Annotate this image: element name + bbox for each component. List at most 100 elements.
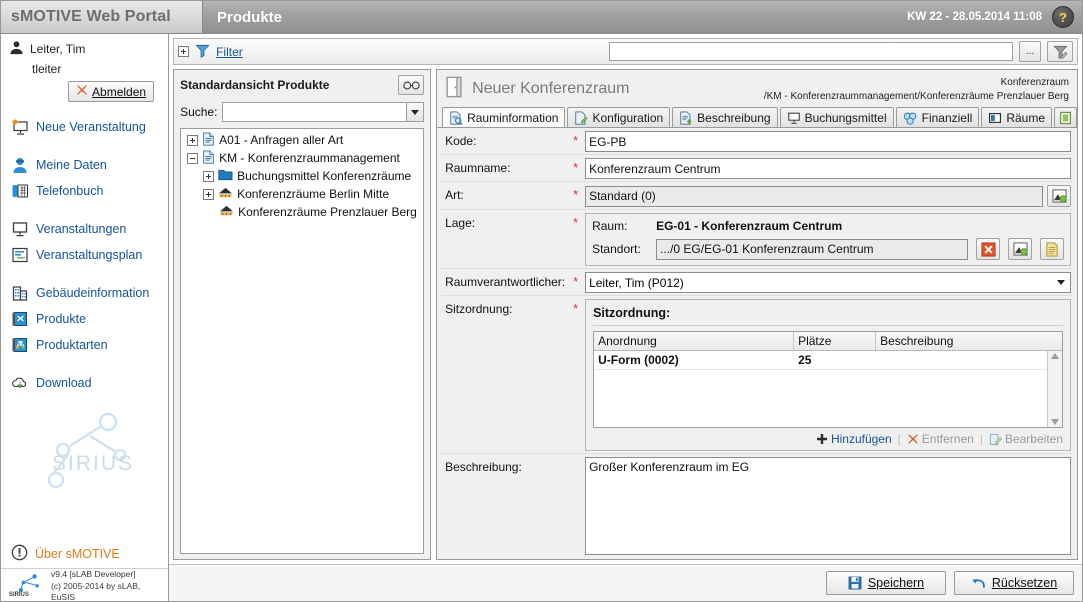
- bearbeiten-button[interactable]: Bearbeiten: [989, 432, 1063, 446]
- tree-node-label: Konferenzräume Prenzlauer Berg: [238, 205, 417, 219]
- detail-title: Neuer Konferenzraum: [472, 79, 630, 97]
- tree-node-buchungsmittel[interactable]: Buchungsmittel Konferenzräume: [181, 167, 423, 185]
- sitzordnung-grid[interactable]: Anordnung Plätze Beschreibung U-Form (00: [593, 331, 1063, 428]
- tab-konfiguration[interactable]: Konfiguration: [567, 107, 671, 127]
- standort-picker-button[interactable]: [1008, 238, 1032, 260]
- sidebar-item-telefonbuch[interactable]: Telefonbuch: [9, 178, 160, 204]
- required-marker: *: [573, 160, 579, 175]
- sidebar-item-produkte[interactable]: Produkte: [9, 306, 160, 332]
- filter-ellipsis-button[interactable]: ...: [1019, 41, 1041, 62]
- info-icon: [11, 544, 28, 564]
- app-brand: sMOTIVE Web Portal: [1, 1, 203, 33]
- raumname-control: [585, 158, 1071, 179]
- hinzufuegen-button[interactable]: Hinzufügen: [816, 432, 892, 446]
- minus-box-icon[interactable]: [187, 152, 199, 164]
- filter-apply-button[interactable]: [1047, 41, 1073, 62]
- sidebar-item-veranstaltungsplan[interactable]: Veranstaltungsplan: [9, 242, 160, 268]
- detail-title-group: Neuer Konferenzraum: [445, 76, 630, 101]
- question-mark-icon[interactable]: ?: [1052, 6, 1074, 28]
- required-spacer: [573, 457, 585, 459]
- filter-input[interactable]: [609, 42, 1013, 61]
- grid-rows: U-Form (0002) 25: [594, 351, 1047, 427]
- sidebar-item-download[interactable]: Download: [9, 370, 160, 396]
- entfernen-button[interactable]: Entfernen: [907, 432, 974, 446]
- sidebar-item-gebaeudeinformation[interactable]: Gebäudeinformation: [9, 280, 160, 306]
- nav-group-1: Meine Daten Telefonbuch: [1, 152, 168, 204]
- separator: |: [979, 432, 983, 446]
- beschreibung-textarea[interactable]: [585, 457, 1071, 555]
- beschreibung-control: [585, 457, 1071, 558]
- save-button[interactable]: Speichern: [826, 571, 946, 595]
- sitzordnung-actions: Hinzufügen | Entfernen | Bearbeiten: [593, 428, 1063, 446]
- tree-node-a01[interactable]: A01 - Anfragen aller Art: [181, 131, 423, 149]
- undo-arrow-icon: [971, 578, 985, 588]
- plus-box-icon[interactable]: [178, 46, 190, 57]
- plus-box-icon[interactable]: [203, 188, 215, 200]
- filter-edit-icon: [1052, 45, 1068, 59]
- sidebar-item-label: Neue Veranstaltung: [36, 120, 146, 134]
- sirius-watermark: SIRIUS: [1, 408, 168, 528]
- glasses-icon: [402, 81, 420, 89]
- tab-rauminformation[interactable]: Rauminformation: [442, 107, 566, 127]
- document-icon: [202, 131, 215, 149]
- building-icon: [11, 284, 29, 302]
- search-input[interactable]: [222, 102, 407, 122]
- verantwortlicher-label: Raumverantwortlicher:: [445, 275, 566, 289]
- tree-node-berlin-mitte[interactable]: Konferenzräume Berlin Mitte: [181, 185, 423, 203]
- grid-scrollbar[interactable]: [1047, 351, 1062, 427]
- sidebar-item-veranstaltungen[interactable]: Veranstaltungen: [9, 216, 160, 242]
- red-x-icon: [76, 84, 88, 99]
- standort-clear-button[interactable]: [976, 238, 1000, 260]
- plus-box-icon[interactable]: [187, 134, 199, 146]
- product-tree[interactable]: A01 - Anfragen aller Art KM - Konferenzr…: [180, 128, 425, 554]
- tree-node-label: Buchungsmittel Konferenzräume: [237, 169, 412, 183]
- download-cloud-icon: [11, 374, 29, 392]
- kode-input[interactable]: [585, 131, 1071, 152]
- top-header: sMOTIVE Web Portal Produkte KW 22 - 28.0…: [1, 1, 1082, 34]
- logout-button[interactable]: Abmelden: [68, 81, 155, 102]
- standort-input[interactable]: [656, 238, 968, 260]
- tab-more[interactable]: [1054, 107, 1077, 127]
- tab-buchungsmittel[interactable]: Buchungsmittel: [779, 107, 894, 127]
- sirius-logo-icon: SIRIUS: [9, 572, 43, 601]
- tab-beschreibung[interactable]: Beschreibung: [672, 107, 778, 127]
- sidebar-item-neue-veranstaltung[interactable]: Neue Veranstaltung: [9, 114, 160, 140]
- scroll-down-icon[interactable]: [1051, 419, 1059, 425]
- sidebar-item-label: Gebäudeinformation: [36, 286, 150, 300]
- folder-icon: [218, 168, 233, 184]
- about-label: Über sMOTIVE: [35, 547, 120, 561]
- required-marker: *: [573, 301, 579, 316]
- standort-document-button[interactable]: [1040, 238, 1064, 260]
- field-row-raumname: Raumname: *: [441, 155, 1073, 182]
- tree-node-km[interactable]: KM - Konferenzraummanagement: [181, 149, 423, 167]
- scroll-up-icon[interactable]: [1051, 353, 1059, 359]
- sidebar-item-label: Telefonbuch: [36, 184, 104, 198]
- header-datetime: KW 22 - 28.05.2014 11:08: [907, 11, 1042, 23]
- art-picker-button[interactable]: [1047, 185, 1071, 207]
- sidebar: Leiter, Tim tleiter Abmelden Neue Verans…: [1, 34, 170, 601]
- art-input[interactable]: [585, 185, 1043, 207]
- edit-icon: [989, 433, 1002, 445]
- document-icon: [202, 149, 215, 167]
- tab-finanziell[interactable]: Finanziell: [895, 107, 980, 127]
- search-dropdown-button[interactable]: [406, 102, 425, 122]
- raumname-input[interactable]: [585, 158, 1071, 179]
- view-glasses-button[interactable]: [398, 75, 425, 95]
- filter-label[interactable]: Filter: [216, 45, 243, 59]
- sidebar-item-meine-daten[interactable]: Meine Daten: [9, 152, 160, 178]
- plus-box-icon[interactable]: [203, 170, 215, 182]
- art-control: [585, 185, 1071, 207]
- table-row[interactable]: U-Form (0002) 25: [594, 351, 1047, 370]
- sidebar-footer: SIRIUS v9.4 [sLAB Developer] (c) 2005-20…: [1, 568, 169, 601]
- about-smotive-link[interactable]: Über sMOTIVE: [1, 540, 168, 568]
- reset-button[interactable]: Rücksetzen: [954, 571, 1074, 595]
- tab-label: Rauminformation: [467, 111, 559, 125]
- verantwortlicher-select[interactable]: Leiter, Tim (P012): [585, 272, 1071, 293]
- tree-node-prenzlauer-berg[interactable]: Konferenzräume Prenzlauer Berg: [181, 203, 423, 221]
- sidebar-item-produktarten[interactable]: Produktarten: [9, 332, 160, 358]
- product-types-icon: [11, 336, 29, 354]
- tab-raeume[interactable]: Räume: [981, 107, 1052, 127]
- search-combo: [222, 102, 425, 122]
- sidebar-item-label: Meine Daten: [36, 158, 107, 172]
- picker-icon: [1013, 242, 1028, 256]
